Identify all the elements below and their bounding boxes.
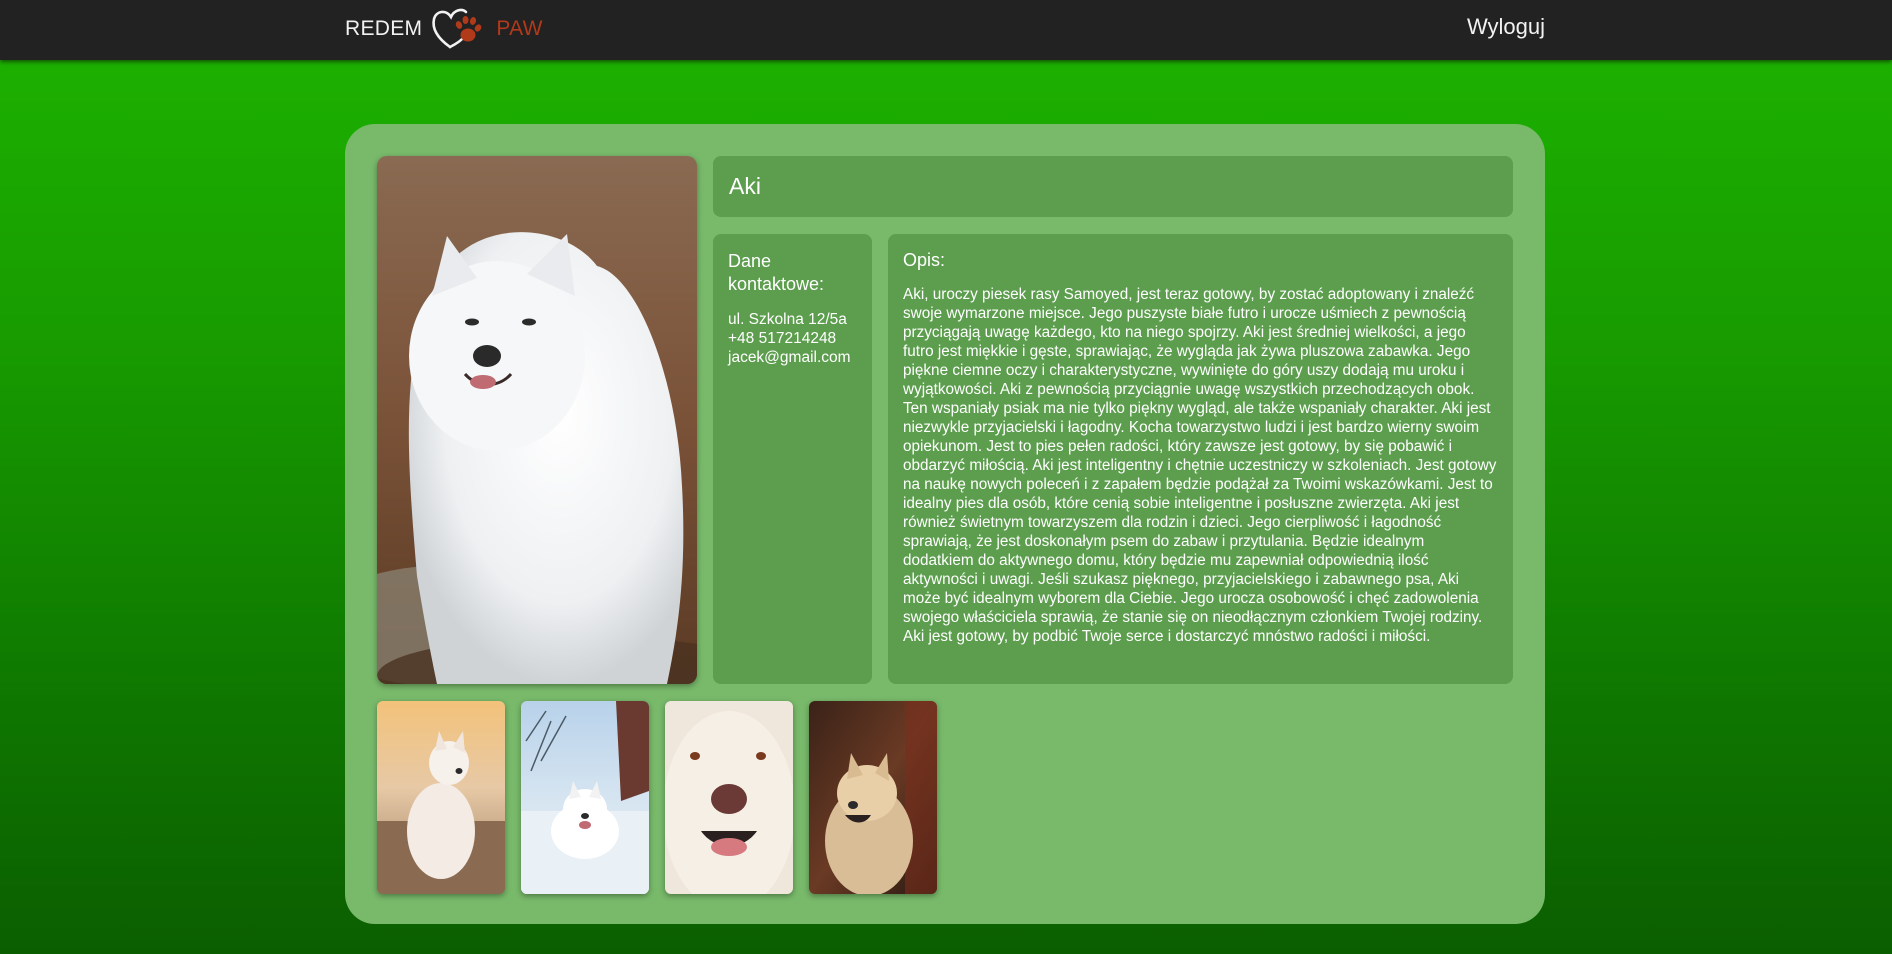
contact-heading: Dane kontaktowe: [728, 251, 825, 294]
thumbnail-photo-2[interactable] [521, 701, 649, 894]
contact-email: jacek@gmail.com [728, 349, 851, 366]
brand-text-paw: PAW [496, 17, 543, 40]
pet-profile-card: Aki Dane kontaktowe: ul. Szkolna 12/5a +… [345, 124, 1545, 924]
navbar: REDEM PAW Wyloguj [0, 0, 1892, 60]
contact-phone: +48 517214248 [728, 330, 837, 347]
main-pet-photo[interactable] [377, 156, 697, 684]
thumbnail-photo-3[interactable] [665, 701, 793, 894]
description-text: Aki, uroczy piesek rasy Samoyed, jest te… [903, 286, 1497, 645]
contact-panel: Dane kontaktowe: ul. Szkolna 12/5a +48 5… [713, 234, 872, 684]
brand-logo-link[interactable]: REDEM PAW [345, 0, 543, 58]
pet-name: Aki [729, 173, 761, 199]
thumbnail-photo-4[interactable] [809, 701, 937, 894]
brand-text-redem: REDEM [345, 17, 423, 40]
description-heading: Opis: [903, 250, 946, 270]
logout-link[interactable]: Wyloguj [1467, 14, 1545, 40]
thumbnail-photo-1[interactable] [377, 701, 505, 894]
contact-address: ul. Szkolna 12/5a [728, 311, 847, 328]
pet-name-panel: Aki [713, 156, 1513, 217]
heart-paw-icon [432, 8, 482, 49]
description-panel: Opis: Aki, uroczy piesek rasy Samoyed, j… [888, 234, 1513, 684]
